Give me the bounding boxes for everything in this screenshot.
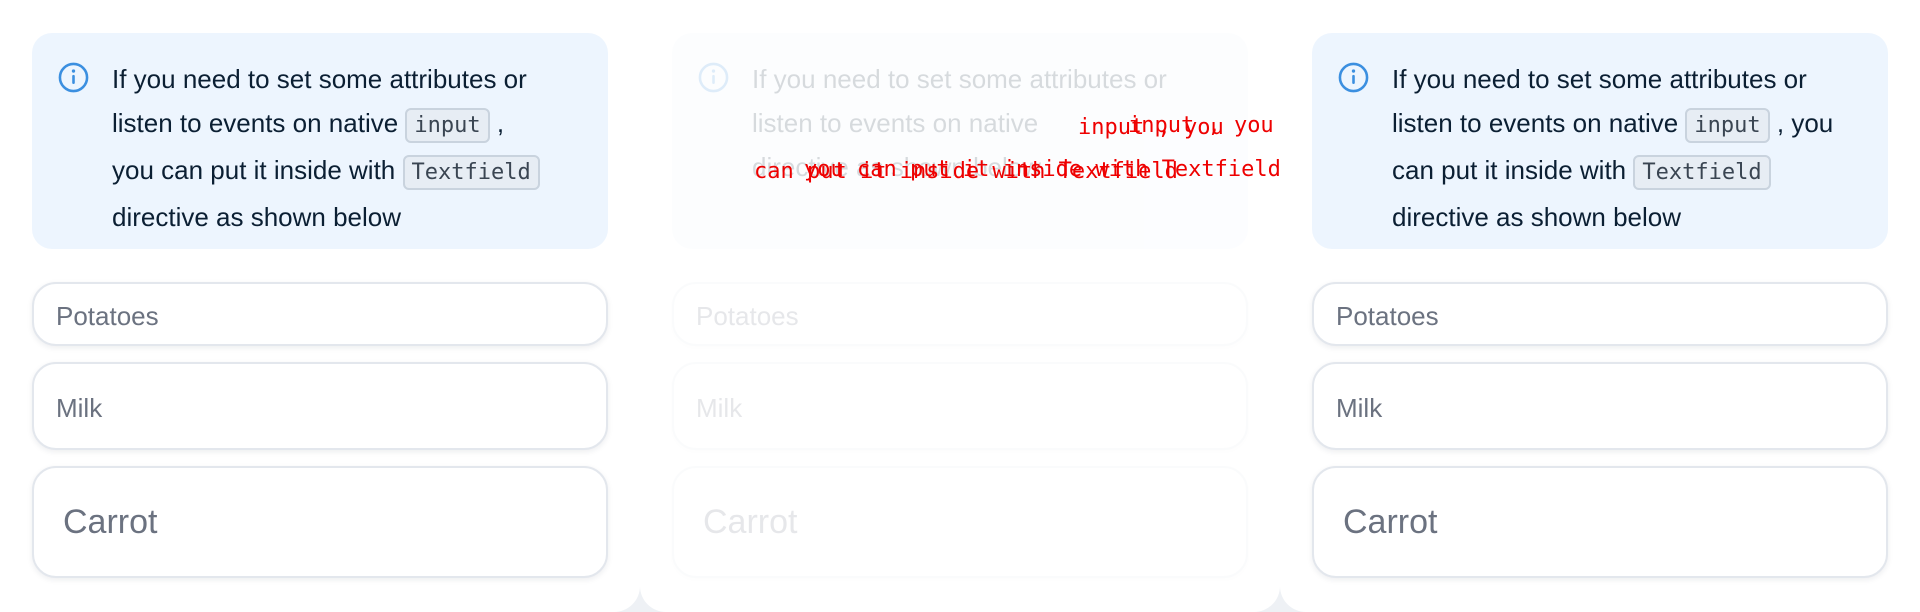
callout-line-1: If you need to set some attributes or: [1392, 64, 1807, 94]
callout-line-1: If you need to set some attributes or: [112, 64, 527, 94]
callout-line-4: directive as shown below: [1392, 202, 1682, 232]
textfield-medium[interactable]: Milk: [1312, 362, 1888, 450]
callout-line-4: directive as shown below: [112, 202, 402, 232]
panel-3: If you need to set some attributes or li…: [1280, 0, 1920, 612]
textfield-value: Milk: [1336, 393, 1383, 423]
diff-text: input , you: [1078, 115, 1224, 140]
textfield-large[interactable]: Carrot: [32, 466, 608, 578]
info-circle-icon: [58, 62, 89, 93]
info-circle-icon: [698, 62, 729, 93]
callout-line-2: listen to events on native input , you: [1392, 101, 1872, 148]
info-callout: If you need to set some attributes or li…: [32, 33, 608, 249]
panel-2-diff: If you need to set some attributes or li…: [640, 0, 1280, 612]
callout-line-3: can put it inside with Textfield: [1392, 148, 1872, 195]
textfield-value: Milk: [56, 393, 103, 423]
textfield-value: Milk: [696, 393, 743, 423]
textfield-large[interactable]: Carrot: [1312, 466, 1888, 578]
callout-line-1: If you need to set some attributes or: [752, 64, 1167, 94]
textfield-large[interactable]: Carrot: [672, 466, 1248, 578]
info-circle-icon: [1338, 62, 1369, 93]
diff-overlay: input , you input , you you can put it i…: [754, 104, 1281, 236]
textfield-value: Potatoes: [1336, 301, 1439, 331]
inline-code-input: input: [1685, 108, 1770, 143]
textfield-small[interactable]: Potatoes: [1312, 282, 1888, 346]
textfield-value: Carrot: [63, 503, 158, 541]
textfield-value: Carrot: [1343, 503, 1438, 541]
callout-line-3: you can put it inside with Textfield: [112, 148, 592, 195]
inline-code-textfield: Textfield: [402, 155, 540, 190]
callout-text: If you need to set some attributes or li…: [1392, 57, 1872, 239]
textfield-value: Potatoes: [56, 301, 159, 331]
textfield-medium[interactable]: Milk: [672, 362, 1248, 450]
textfield-value: Carrot: [703, 503, 798, 541]
textfield-small[interactable]: Potatoes: [32, 282, 608, 346]
diff-text: can put it inside with Textfield: [754, 159, 1178, 184]
textfield-medium[interactable]: Milk: [32, 362, 608, 450]
panel-1: If you need to set some attributes or li…: [0, 0, 640, 612]
callout-line-2: listen to events on native input ,: [112, 101, 592, 148]
callout-text: If you need to set some attributes or li…: [112, 57, 592, 239]
info-callout: If you need to set some attributes or li…: [1312, 33, 1888, 249]
inline-code-textfield: Textfield: [1633, 155, 1771, 190]
diff-row-2: you can put it inside with Textfield can…: [751, 148, 1281, 324]
inline-code-input: input: [405, 108, 490, 143]
